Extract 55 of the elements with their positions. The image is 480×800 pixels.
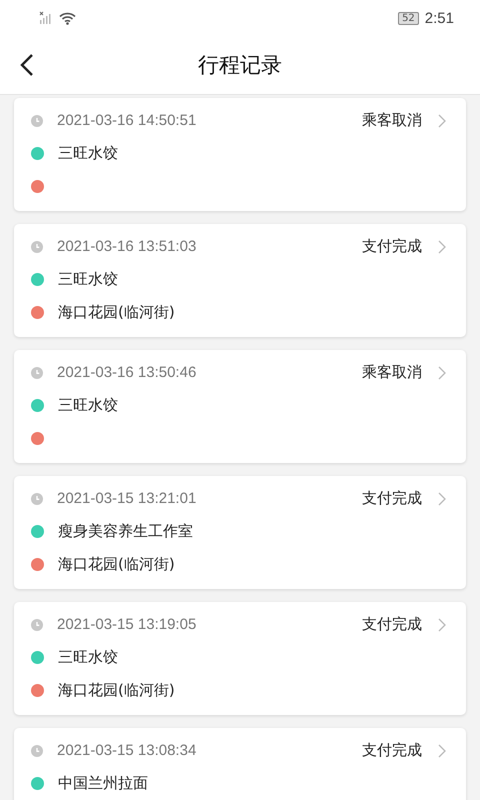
trip-card[interactable]: 2021-03-16 14:50:51 乘客取消 三旺水饺: [14, 98, 466, 211]
end-place: 海口花园(临河街): [58, 555, 175, 574]
chevron-icon: [438, 366, 446, 380]
start-place: 瘦身美容养生工作室: [58, 522, 193, 541]
trip-card[interactable]: 2021-03-16 13:51:03 支付完成 三旺水饺 海口花园(临河街): [14, 224, 466, 337]
trip-time: 2021-03-16 14:50:51: [57, 112, 198, 129]
chevron-icon: [438, 618, 446, 632]
clock-icon: [31, 618, 43, 630]
start-dot: [31, 525, 44, 538]
trip-time: 2021-03-16 13:51:03: [57, 238, 198, 255]
wifi-icon: [59, 12, 76, 24]
chevron-icon: [438, 744, 446, 758]
trip-card[interactable]: 2021-03-16 13:50:46 乘客取消 三旺水饺: [14, 350, 466, 463]
trip-time: 2021-03-16 13:50:46: [57, 364, 198, 381]
end-place: 海口花园(临河街): [58, 303, 175, 322]
page-title: 行程记录: [198, 52, 282, 79]
clock-icon: [31, 114, 43, 126]
clock-time: 2:51: [424, 10, 454, 26]
end-dot: [31, 684, 44, 697]
trip-status: 支付完成: [362, 615, 422, 634]
trip-card[interactable]: 2021-03-15 13:19:05 支付完成 三旺水饺 海口花园(临河街): [14, 602, 466, 715]
chevron-icon: [438, 114, 446, 128]
end-dot: [31, 306, 44, 319]
trip-status: 乘客取消: [362, 111, 422, 130]
trip-time: 2021-03-15 13:19:05: [57, 616, 198, 633]
end-dot: [31, 180, 44, 193]
trip-status: 乘客取消: [362, 363, 422, 382]
chevron-icon: [438, 492, 446, 506]
start-place: 三旺水饺: [58, 648, 118, 667]
start-place: 三旺水饺: [58, 270, 118, 289]
clock-icon: [31, 744, 43, 756]
trip-card[interactable]: 2021-03-15 13:08:34 支付完成 中国兰州拉面: [14, 728, 466, 800]
start-dot: [31, 273, 44, 286]
battery-icon: 52: [398, 12, 419, 24]
start-place: 三旺水饺: [58, 144, 118, 163]
trip-status: 支付完成: [362, 741, 422, 760]
clock-icon: [31, 240, 43, 252]
chevron-icon: [438, 240, 446, 254]
start-place: 中国兰州拉面: [58, 774, 148, 793]
start-place: 三旺水饺: [58, 396, 118, 415]
end-dot: [31, 558, 44, 571]
start-dot: [31, 147, 44, 160]
back-icon[interactable]: [20, 53, 34, 77]
trip-time: 2021-03-15 13:08:34: [57, 742, 198, 759]
end-dot: [31, 432, 44, 445]
start-dot: [31, 651, 44, 664]
trip-status: 支付完成: [362, 237, 422, 256]
trip-card[interactable]: 2021-03-15 13:21:01 支付完成 瘦身美容养生工作室 海口花园(临河街): [14, 476, 466, 589]
clock-icon: [31, 366, 43, 378]
start-dot: [31, 777, 44, 790]
trip-time: 2021-03-15 13:21:01: [57, 490, 198, 507]
start-dot: [31, 399, 44, 412]
trip-status: 支付完成: [362, 489, 422, 508]
clock-icon: [31, 492, 43, 504]
end-place: 海口花园(临河街): [58, 681, 175, 700]
